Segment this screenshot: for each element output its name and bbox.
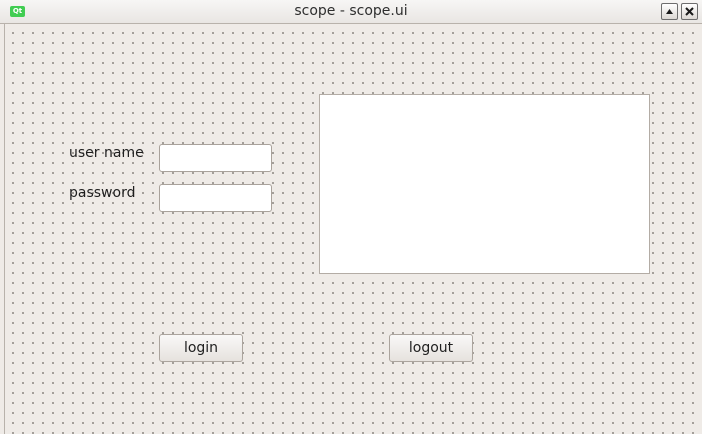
logout-button[interactable]: logout <box>389 334 473 362</box>
shade-icon <box>666 9 673 14</box>
close-button[interactable] <box>681 3 698 20</box>
output-text-box[interactable] <box>319 94 650 274</box>
shade-button[interactable] <box>661 3 678 20</box>
title-bar[interactable]: Qt scope - scope.ui <box>0 0 702 24</box>
password-input[interactable] <box>159 184 272 212</box>
username-input[interactable] <box>159 144 272 172</box>
window-title: scope - scope.ui <box>294 3 408 19</box>
form-canvas[interactable]: user name password login logout <box>4 24 702 434</box>
designer-form-window: Qt scope - scope.ui user name password l… <box>0 0 702 434</box>
username-label: user name <box>69 145 144 161</box>
login-button[interactable]: login <box>159 334 243 362</box>
password-label: password <box>69 185 136 201</box>
close-icon <box>685 7 694 16</box>
